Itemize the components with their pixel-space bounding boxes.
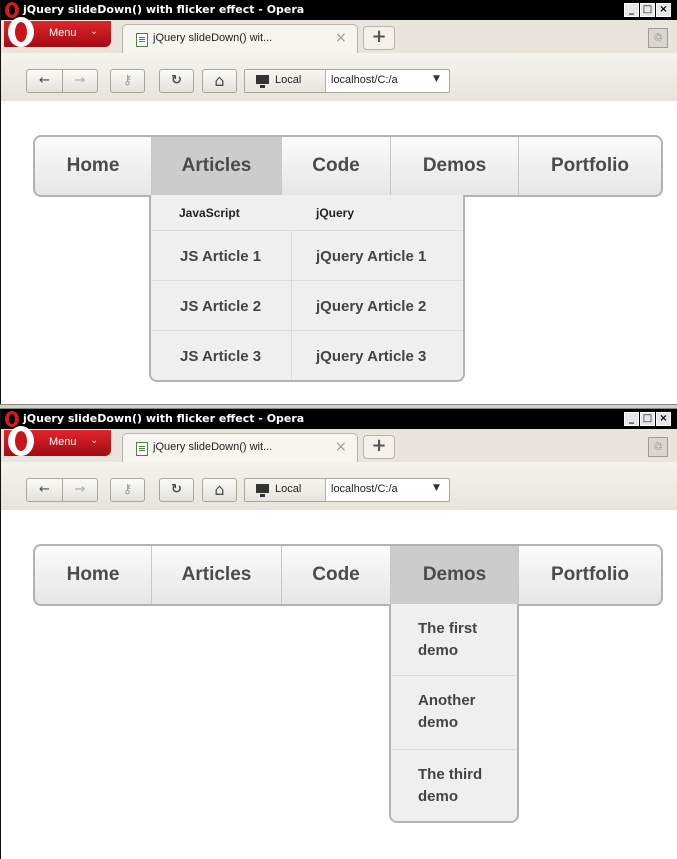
divider	[151, 330, 463, 331]
column-header-javascript: JavaScript	[179, 206, 240, 220]
new-tab-button[interactable]: +	[363, 435, 395, 459]
browser-tab[interactable]: jQuery slideDown() wit... ×	[122, 24, 358, 53]
menu-label: Menu	[49, 27, 77, 39]
page-icon	[136, 33, 148, 47]
dropdown-link-line: Another	[418, 692, 476, 709]
window-title: jQuery slideDown() with flicker effect -…	[23, 3, 305, 16]
monitor-icon	[256, 75, 269, 88]
address-bar[interactable]: Local localhost/C:/a ▼	[244, 69, 450, 93]
reload-button[interactable]: ↻	[159, 69, 194, 93]
dropdown-link-line: demo	[418, 714, 459, 731]
address-bar[interactable]: Local localhost/C:/a ▼	[244, 478, 450, 502]
dropdown-link-js-article-3[interactable]: JS Article 3	[180, 348, 261, 365]
nav-item-code[interactable]: Code	[282, 546, 391, 604]
dropdown-link-jquery-article-1[interactable]: jQuery Article 1	[316, 248, 426, 265]
key-icon[interactable]: ⚷	[110, 478, 145, 502]
tab-bar: Menu ⌄ jQuery slideDown() wit... × + ♲	[1, 426, 677, 462]
nav-item-home[interactable]: Home	[35, 546, 152, 604]
maximize-button[interactable]: □	[640, 3, 655, 17]
menu-label: Menu	[49, 436, 77, 448]
local-badge: Local	[245, 70, 326, 92]
opera-menu-button[interactable]: Menu ⌄	[4, 426, 111, 456]
opera-logo-icon	[5, 2, 19, 18]
trash-icon[interactable]: ♲	[648, 437, 668, 457]
forward-button[interactable]: →	[63, 70, 97, 92]
tab-close-icon[interactable]: ×	[335, 439, 347, 455]
nav-item-portfolio[interactable]: Portfolio	[519, 546, 661, 604]
maximize-button[interactable]: □	[640, 412, 655, 426]
column-header-jquery: jQuery	[316, 206, 355, 220]
url-text: localhost/C:/a	[331, 483, 398, 495]
nav-item-home[interactable]: Home	[35, 137, 152, 195]
tab-bar: Menu ⌄ jQuery slideDown() wit... × + ♲	[1, 17, 677, 53]
back-forward-group: ← →	[26, 478, 98, 502]
url-dropdown-icon[interactable]: ▼	[433, 483, 440, 493]
dropdown-link-line: The first	[418, 620, 478, 637]
dropdown-link-js-article-2[interactable]: JS Article 2	[180, 298, 261, 315]
chevron-down-icon: ⌄	[90, 435, 99, 446]
page-content: Home Articles Code Demos Portfolio The f…	[1, 510, 677, 859]
local-label: Local	[275, 483, 302, 495]
back-forward-group: ← →	[26, 69, 98, 93]
browser-window-bottom: jQuery slideDown() with flicker effect -…	[0, 409, 677, 859]
tab-title: jQuery slideDown() wit...	[153, 441, 273, 453]
forward-button[interactable]: →	[63, 479, 97, 501]
monitor-icon	[256, 484, 269, 497]
window-title: jQuery slideDown() with flicker effect -…	[23, 412, 305, 425]
nav-item-articles[interactable]: Articles	[152, 546, 282, 604]
minimize-button[interactable]: _	[624, 412, 639, 426]
divider	[291, 230, 292, 380]
close-window-button[interactable]: ×	[656, 412, 671, 426]
url-dropdown-icon[interactable]: ▼	[433, 74, 440, 84]
dropdown-link-another-demo[interactable]: Another demo	[391, 676, 517, 748]
tab-close-icon[interactable]: ×	[335, 30, 347, 46]
divider	[151, 230, 463, 231]
dropdown-link-line: The third	[418, 766, 483, 783]
browser-tab[interactable]: jQuery slideDown() wit... ×	[122, 433, 358, 462]
tab-title: jQuery slideDown() wit...	[153, 32, 273, 44]
new-tab-button[interactable]: +	[363, 26, 395, 50]
opera-o-icon	[8, 426, 34, 456]
dropdown-link-first-demo[interactable]: The first demo	[391, 604, 517, 674]
dropdown-link-line: demo	[418, 642, 459, 659]
articles-dropdown: JavaScript jQuery JS Article 1 jQuery Ar…	[149, 195, 465, 382]
nav-item-articles[interactable]: Articles	[152, 137, 282, 195]
dropdown-link-third-demo[interactable]: The third demo	[391, 750, 517, 821]
opera-logo-icon	[5, 411, 19, 427]
trash-icon[interactable]: ♲	[648, 28, 668, 48]
page-content: Home Articles Code Demos Portfolio JavaS…	[1, 101, 677, 404]
close-window-button[interactable]: ×	[656, 3, 671, 17]
local-label: Local	[275, 74, 302, 86]
dropdown-link-jquery-article-2[interactable]: jQuery Article 2	[316, 298, 426, 315]
home-button[interactable]: ⌂	[202, 69, 237, 93]
url-text: localhost/C:/a	[331, 74, 398, 86]
browser-window-top: jQuery slideDown() with flicker effect -…	[0, 0, 677, 404]
divider	[151, 280, 463, 281]
navigation-bar: ← → ⚷ ↻ ⌂ Local localhost/C:/a ▼	[1, 462, 677, 511]
nav-item-demos[interactable]: Demos	[391, 137, 519, 195]
nav-item-code[interactable]: Code	[282, 137, 391, 195]
minimize-button[interactable]: _	[624, 3, 639, 17]
nav-menu: Home Articles Code Demos Portfolio	[33, 544, 663, 606]
nav-menu: Home Articles Code Demos Portfolio	[33, 135, 663, 197]
back-button[interactable]: ←	[27, 479, 63, 501]
navigation-bar: ← → ⚷ ↻ ⌂ Local localhost/C:/a ▼	[1, 53, 677, 102]
nav-item-portfolio[interactable]: Portfolio	[519, 137, 661, 195]
local-badge: Local	[245, 479, 326, 501]
demos-dropdown: The first demo Another demo The third de…	[389, 604, 519, 823]
key-icon[interactable]: ⚷	[110, 69, 145, 93]
home-button[interactable]: ⌂	[202, 478, 237, 502]
opera-o-icon	[8, 17, 34, 47]
page-icon	[136, 442, 148, 456]
chevron-down-icon: ⌄	[90, 26, 99, 37]
reload-button[interactable]: ↻	[159, 478, 194, 502]
title-bar: jQuery slideDown() with flicker effect -…	[1, 409, 677, 429]
dropdown-link-line: demo	[418, 788, 459, 805]
dropdown-link-js-article-1[interactable]: JS Article 1	[180, 248, 261, 265]
opera-menu-button[interactable]: Menu ⌄	[4, 17, 111, 47]
back-button[interactable]: ←	[27, 70, 63, 92]
nav-item-demos[interactable]: Demos	[391, 546, 519, 604]
dropdown-link-jquery-article-3[interactable]: jQuery Article 3	[316, 348, 426, 365]
title-bar: jQuery slideDown() with flicker effect -…	[1, 0, 677, 20]
